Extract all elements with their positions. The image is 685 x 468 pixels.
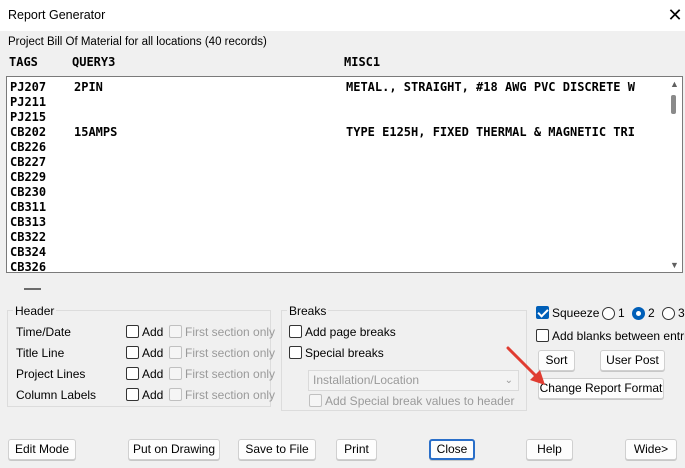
report-listbox[interactable]: PJ207 2PIN METAL., STRAIGHT, #18 AWG PVC D… [6, 76, 683, 274]
add-blanks-checkbox[interactable] [536, 329, 549, 342]
first-section-title-line-label: First section only [185, 346, 276, 360]
header-item-time-date: Time/Date [16, 325, 71, 339]
squeeze-radio-2-label: 2 [648, 306, 655, 320]
squeeze-checkbox[interactable] [536, 306, 549, 319]
first-section-time-date-label: First section only [185, 325, 276, 339]
squeeze-radio-3-label: 3 [678, 306, 685, 320]
row-query3: 2PIN [74, 80, 103, 94]
row-tag: PJ215 [10, 110, 47, 124]
add-project-lines-checkbox[interactable] [126, 367, 139, 380]
header-item-title-line: Title Line [16, 346, 65, 360]
row-tag: CB322 [10, 230, 47, 244]
squeeze-radio-1-label: 1 [618, 306, 625, 320]
special-breaks-label: Special breaks [305, 346, 384, 360]
put-on-drawing-button[interactable]: Put on Drawing [128, 439, 220, 460]
add-title-line-label: Add [142, 346, 164, 360]
squeeze-radio-3[interactable] [662, 307, 675, 320]
header-item-column-labels: Column Labels [16, 388, 97, 402]
column-header-query3: QUERY3 [72, 55, 116, 69]
close-window-icon[interactable]: ✕ [664, 4, 685, 26]
column-header-tags: TAGS [9, 55, 38, 69]
add-column-labels-checkbox[interactable] [126, 388, 139, 401]
header-group-title: Header [13, 304, 57, 318]
add-page-breaks-checkbox[interactable] [289, 325, 302, 338]
special-break-select[interactable]: Installation/Location ⌄ [308, 370, 519, 391]
special-breaks-checkbox[interactable] [289, 346, 302, 359]
help-button[interactable]: Help [526, 439, 573, 460]
add-time-date-label: Add [142, 325, 164, 339]
squeeze-label: Squeeze [552, 306, 600, 320]
first-section-column-labels-label: First section only [185, 388, 276, 402]
scroll-down-icon[interactable]: ▼ [670, 260, 679, 270]
column-header-misc1: MISC1 [344, 55, 381, 69]
print-button[interactable]: Print [336, 439, 377, 460]
scroll-up-icon[interactable]: ▲ [670, 79, 679, 89]
user-post-button[interactable]: User Post [600, 350, 665, 371]
first-section-project-lines-checkbox[interactable] [169, 367, 182, 380]
first-section-project-lines-label: First section only [185, 367, 276, 381]
first-section-title-line-checkbox[interactable] [169, 346, 182, 359]
edit-mode-button[interactable]: Edit Mode [8, 439, 76, 460]
row-tag: CB311 [10, 200, 47, 214]
add-special-values-checkbox[interactable] [309, 394, 322, 407]
add-page-breaks-label: Add page breaks [305, 325, 396, 339]
row-tag: CB230 [10, 185, 47, 199]
add-special-values-label: Add Special break values to header [325, 394, 515, 408]
report-subtitle: Project Bill Of Material for all locatio… [8, 36, 267, 48]
close-button[interactable]: Close [429, 439, 475, 460]
squeeze-radio-2[interactable] [632, 307, 645, 320]
row-tag: CB226 [10, 140, 47, 154]
special-break-select-value: Installation/Location [313, 373, 420, 387]
row-tag: PJ207 [10, 80, 47, 94]
row-tag: CB227 [10, 155, 47, 169]
row-misc1: TYPE E125H, FIXED THERMAL & MAGNETIC TRI [346, 125, 635, 139]
add-column-labels-label: Add [142, 388, 164, 402]
scroll-thumb[interactable] [671, 95, 676, 114]
header-item-project-lines: Project Lines [16, 367, 86, 381]
add-time-date-checkbox[interactable] [126, 325, 139, 338]
vertical-scrollbar[interactable]: ▲ ▼ [668, 78, 681, 271]
change-report-format-button[interactable]: Change Report Format [538, 378, 664, 399]
row-tag: PJ211 [10, 95, 47, 109]
title-bar: Report Generator ✕ [0, 0, 685, 31]
splitter-handle[interactable] [24, 288, 41, 290]
row-tag: CB313 [10, 215, 47, 229]
row-tag: CB202 [10, 125, 47, 139]
wide-button[interactable]: Wide> [625, 439, 677, 460]
row-misc1: METAL., STRAIGHT, #18 AWG PVC DISCRETE W [346, 80, 635, 94]
row-tag: CB324 [10, 245, 47, 259]
row-query3: 15AMPS [74, 125, 118, 139]
save-to-file-button[interactable]: Save to File [238, 439, 316, 460]
row-tag: CB229 [10, 170, 47, 184]
squeeze-radio-1[interactable] [602, 307, 615, 320]
breaks-group-title: Breaks [287, 304, 329, 318]
add-blanks-label: Add blanks between entries [552, 329, 685, 343]
add-title-line-checkbox[interactable] [126, 346, 139, 359]
row-tag: CB326 [10, 260, 47, 274]
window-title: Report Generator [8, 8, 106, 22]
first-section-time-date-checkbox[interactable] [169, 325, 182, 338]
annotation-arrow-icon [506, 346, 545, 385]
first-section-column-labels-checkbox[interactable] [169, 388, 182, 401]
add-project-lines-label: Add [142, 367, 164, 381]
